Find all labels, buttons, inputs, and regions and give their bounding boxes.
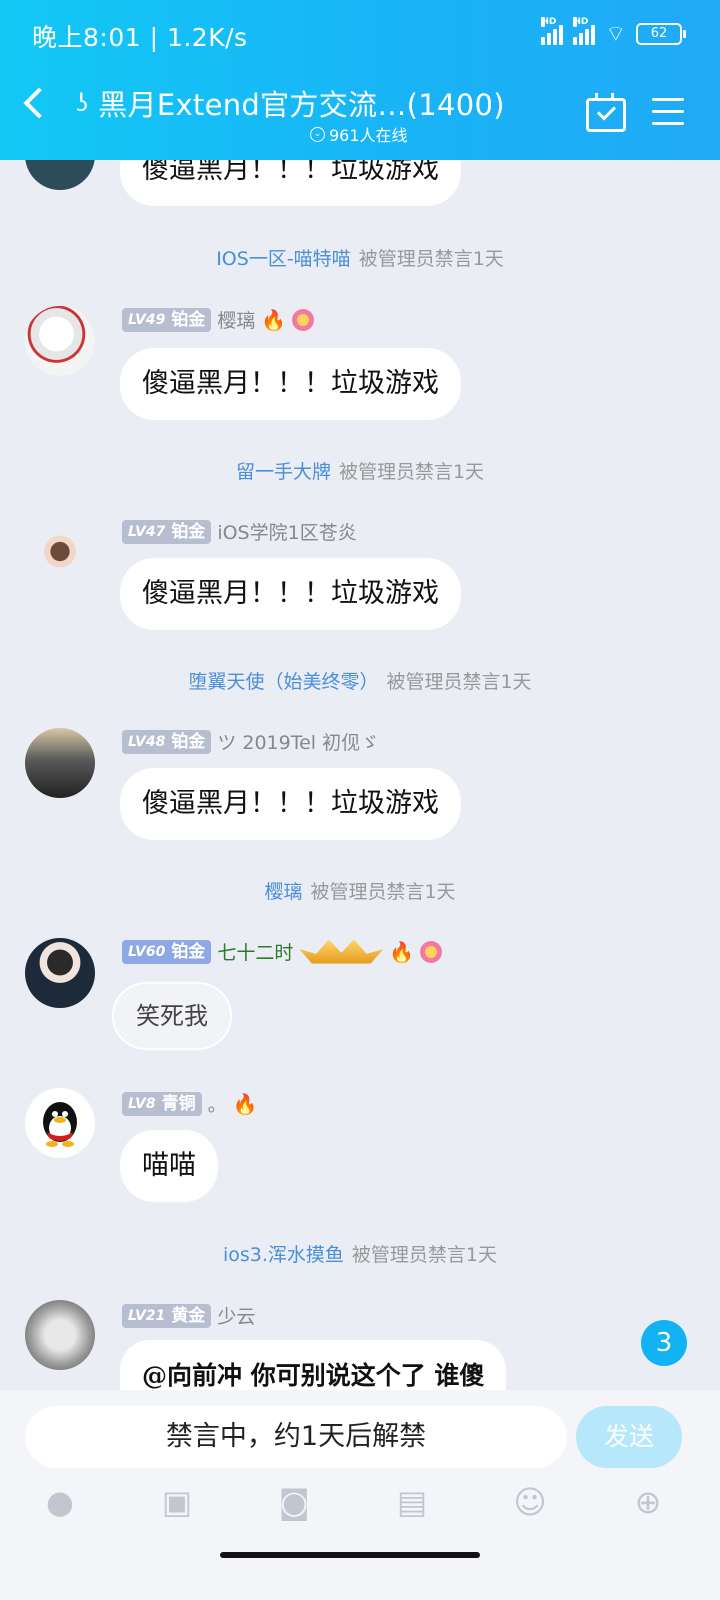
chat-area[interactable]: 傻逼黑月！！！垃圾游戏 IOS一区-喵特喵 被管理员禁言1天 LV49 铂金 樱璃 … [0, 160, 720, 1390]
system-action: 被管理员禁言1天 [351, 1244, 498, 1266]
avatar[interactable] [25, 1300, 95, 1370]
system-message: ios3.浑水摸鱼 被管理员禁言1天 [0, 1240, 720, 1267]
sender-meta: LV49 铂金 樱璃 🔥 [122, 306, 315, 333]
ear-icon: ʖ [76, 89, 89, 117]
avatar[interactable] [25, 306, 95, 376]
level-badge: LV47 铂金 [122, 519, 212, 544]
sender-meta: LV47 铂金 iOS学院1区苍炎 [122, 518, 357, 545]
menu-icon[interactable] [652, 98, 684, 134]
system-username[interactable]: 堕翼天使（始美终零） [188, 671, 378, 693]
plus-icon[interactable]: ⊕ [628, 1482, 668, 1522]
home-indicator[interactable] [220, 1552, 480, 1558]
avatar[interactable] [25, 520, 95, 590]
sender-name[interactable]: 七十二时 [217, 938, 293, 965]
unread-count-badge[interactable]: 3 [641, 1320, 687, 1366]
sender-meta: LV21 黄金 少云 [122, 1302, 255, 1329]
message-bubble[interactable]: 笑死我 [112, 982, 232, 1050]
message-bubble[interactable]: 傻逼黑月！！！垃圾游戏 [120, 348, 461, 420]
system-action: 被管理员禁言1天 [338, 461, 485, 483]
group-title-row[interactable]: ʖ 黑月Extend官方交流…(1400) [76, 82, 505, 124]
online-text: 961人在线 [329, 126, 408, 145]
level-badge: LV48 铂金 [122, 729, 212, 754]
flower-badge-icon [292, 308, 315, 331]
send-button[interactable]: 发送 [576, 1406, 682, 1468]
input-area: 禁言中，约1天后解禁 发送 ● ▣ ◙ ▤ ☺ ⊕ [0, 1390, 720, 1600]
flower-badge-icon [420, 940, 443, 963]
signal-icon-2: HD [573, 17, 596, 45]
sender-meta: LV48 铂金 ツ 2019Tel 初伣ゞ [122, 728, 379, 755]
message-bubble[interactable]: 傻逼黑月！！！垃圾游戏 [120, 160, 461, 206]
camera-icon[interactable]: ◙ [274, 1482, 314, 1522]
message-bubble[interactable]: 傻逼黑月！！！垃圾游戏 [120, 558, 461, 630]
fire-icon: 🔥 [232, 1091, 258, 1116]
microphone-icon[interactable]: ● [40, 1482, 80, 1522]
message-input[interactable]: 禁言中，约1天后解禁 [25, 1406, 567, 1468]
sender-name[interactable]: iOS学院1区苍炎 [217, 518, 356, 545]
online-count: ⌄ 961人在线 [310, 122, 408, 146]
system-username[interactable]: ios3.浑水摸鱼 [223, 1244, 344, 1266]
system-message: 堕翼天使（始美终零） 被管理员禁言1天 [0, 667, 720, 694]
system-message: IOS一区-喵特喵 被管理员禁言1天 [0, 244, 720, 271]
image-icon[interactable]: ▣ [157, 1482, 197, 1522]
chat-header: 晚上8:01 | 1.2K/s HD HD ⌔ 62 ʖ 黑月Extend官方交… [0, 0, 720, 160]
avatar[interactable] [25, 160, 95, 190]
status-text: 晚上8:01 | 1.2K/s [32, 23, 248, 52]
fire-icon: 🔥 [389, 939, 415, 964]
system-username[interactable]: 留一手大牌 [236, 461, 331, 483]
level-badge: LV60 铂金 [122, 939, 212, 964]
system-username[interactable]: 樱璃 [264, 881, 302, 903]
sender-name[interactable]: 少云 [217, 1302, 255, 1329]
system-username[interactable]: IOS一区-喵特喵 [216, 248, 350, 270]
system-action: 被管理员禁言1天 [310, 881, 456, 903]
system-message: 樱璃 被管理员禁言1天 [0, 877, 720, 904]
level-badge: LV21 黄金 [122, 1303, 212, 1328]
sender-name[interactable]: 。 [208, 1090, 227, 1117]
system-message: 留一手大牌 被管理员禁言1天 [0, 457, 720, 484]
status-icons: HD HD ⌔ 62 [541, 17, 686, 48]
sender-meta: LV8 青铜 。 🔥 [122, 1090, 258, 1117]
avatar[interactable] [25, 728, 95, 798]
back-icon[interactable] [23, 87, 55, 119]
online-icon: ⌄ [310, 126, 325, 142]
avatar[interactable] [25, 1088, 95, 1158]
emoji-icon[interactable]: ☺ [510, 1482, 550, 1522]
crown-badge-icon [299, 939, 384, 964]
sender-meta: LV60 铂金 七十二时 🔥 [122, 938, 443, 965]
toolbar: ● ▣ ◙ ▤ ☺ ⊕ [0, 1482, 720, 1526]
battery-icon: 62 [636, 23, 686, 45]
calendar-check-icon[interactable] [586, 93, 626, 132]
level-badge: LV8 青铜 [122, 1091, 202, 1116]
level-badge: LV49 铂金 [122, 307, 212, 332]
wifi-icon: ⌔ [605, 22, 626, 47]
signal-icon: HD [541, 17, 564, 45]
system-action: 被管理员禁言1天 [386, 671, 532, 693]
sender-name[interactable]: 樱璃 [217, 306, 255, 333]
system-action: 被管理员禁言1天 [358, 248, 504, 270]
message-bubble[interactable]: 傻逼黑月！！！垃圾游戏 [120, 768, 461, 840]
fire-icon: 🔥 [261, 307, 287, 332]
red-packet-icon[interactable]: ▤ [392, 1482, 432, 1522]
penguin-icon [43, 1102, 77, 1147]
message-bubble[interactable]: 喵喵 [120, 1130, 218, 1202]
message-bubble[interactable]: @向前冲 你可别说这个了 谁傻 [120, 1340, 507, 1390]
sender-name[interactable]: ツ 2019Tel 初伣ゞ [217, 728, 379, 755]
group-title: 黑月Extend官方交流…(1400) [98, 88, 505, 122]
avatar[interactable] [25, 938, 95, 1008]
